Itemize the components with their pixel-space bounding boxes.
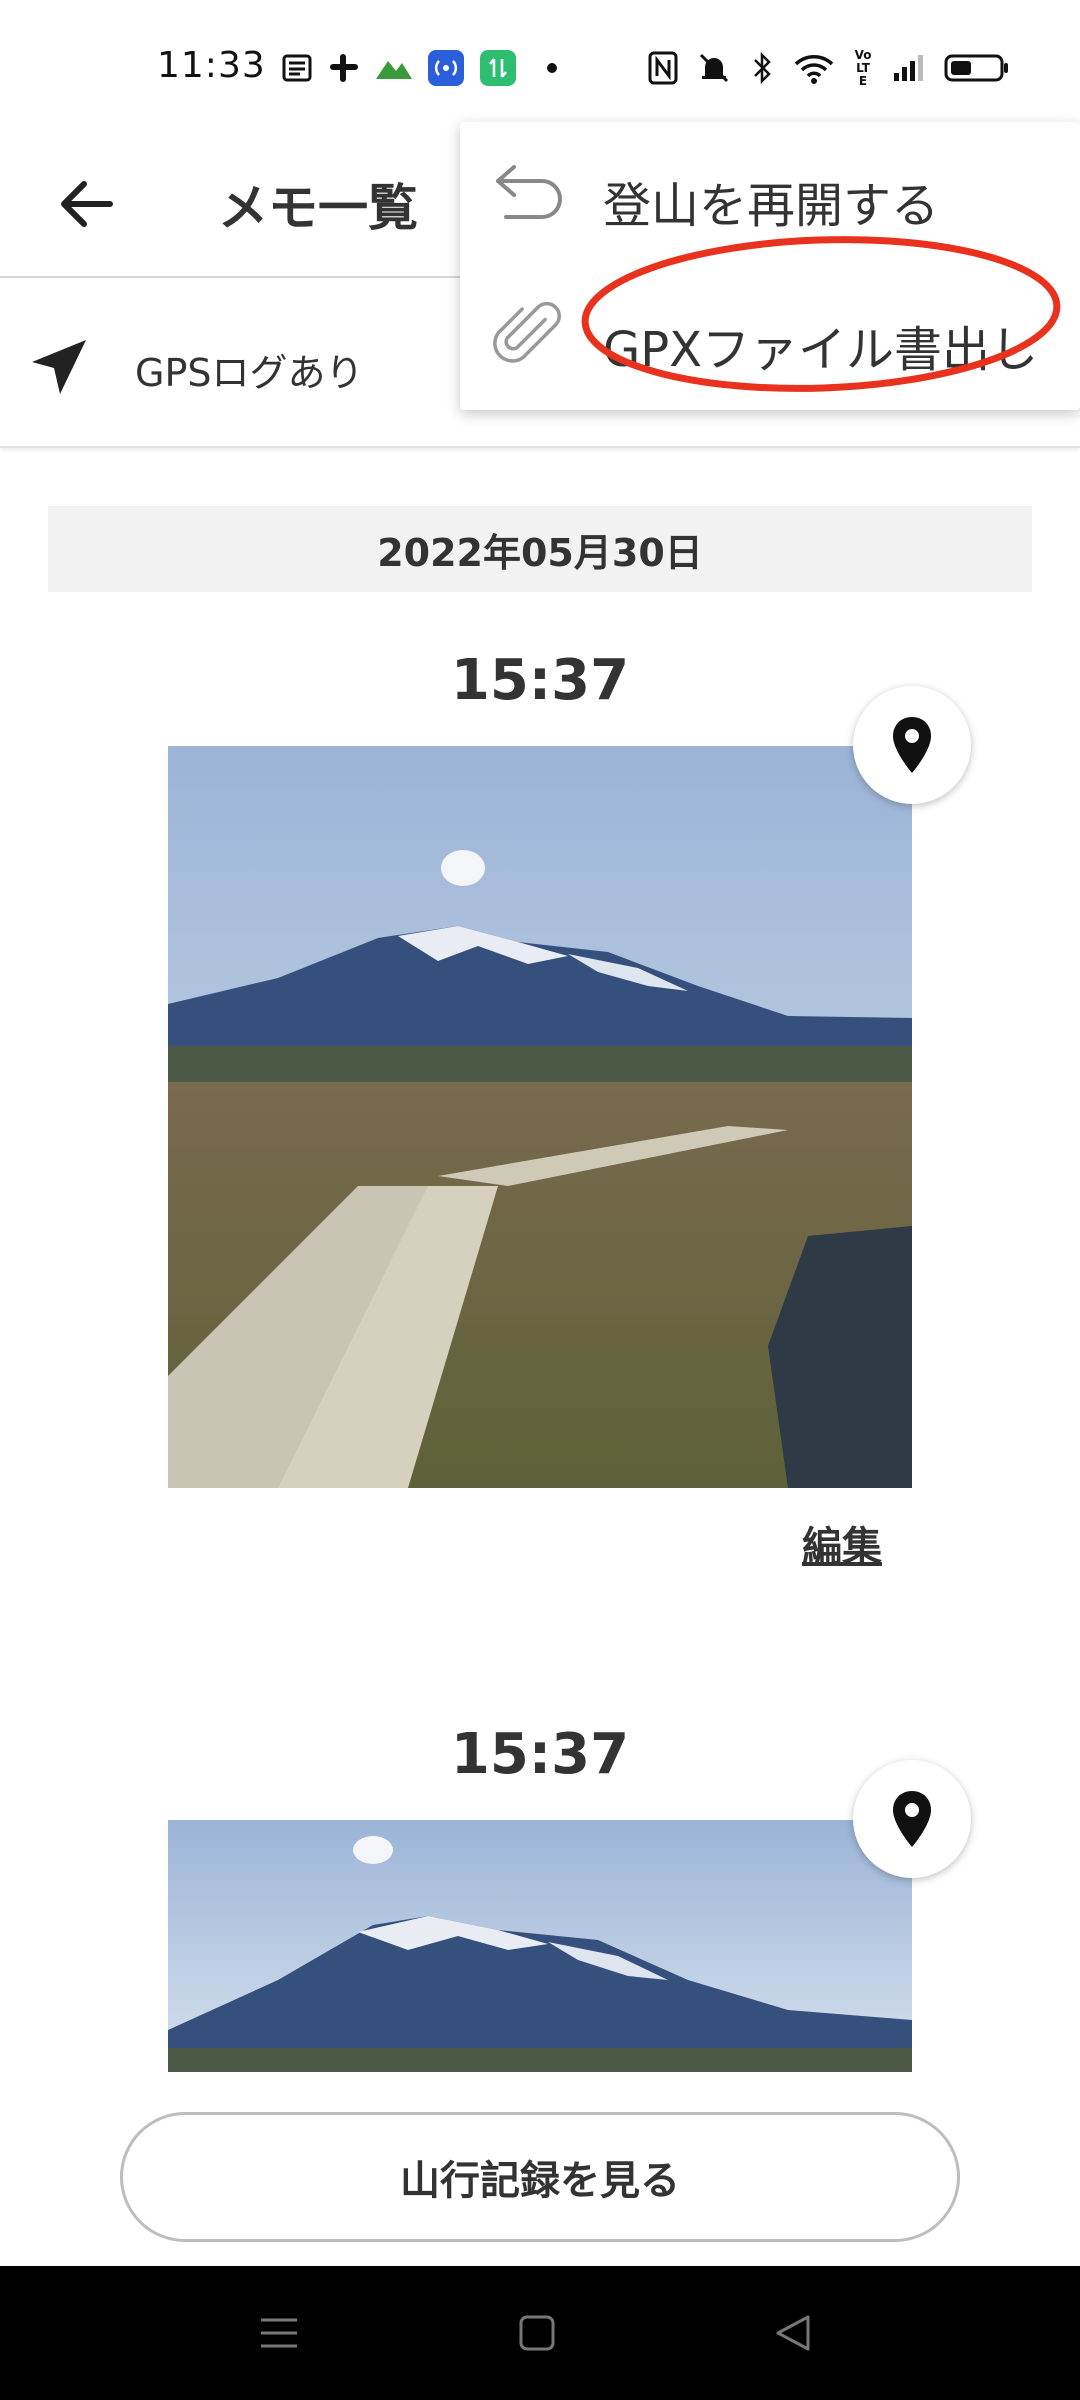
nfc-icon	[648, 48, 678, 88]
battery-icon	[944, 48, 1010, 88]
memo-photo[interactable]	[168, 746, 912, 1488]
memo-photo[interactable]	[168, 1820, 912, 2072]
menu-item-label: GPXファイル書出し	[603, 322, 1039, 378]
date-text: 2022年05月30日	[377, 530, 703, 575]
overflow-menu: 登山を再開する GPXファイル書出し	[460, 122, 1080, 410]
menu-icon[interactable]	[246, 2300, 312, 2366]
location-pin-button[interactable]	[853, 1760, 971, 1878]
view-climb-record-button[interactable]: 山行記録を見る	[120, 2112, 960, 2242]
signal-icon	[892, 48, 926, 88]
undo-icon	[490, 152, 570, 232]
location-pin-button[interactable]	[853, 686, 971, 804]
dot-icon	[546, 48, 558, 88]
slack-icon	[328, 48, 360, 88]
menu-item-resume-climb[interactable]: 登山を再開する	[460, 122, 1080, 262]
status-notification-icons	[282, 48, 558, 88]
status-system-icons: Vo LTE	[648, 48, 1010, 88]
date-header: 2022年05月30日	[48, 506, 1032, 592]
mountain-photo-image	[168, 1820, 912, 2072]
back-triangle-icon[interactable]	[760, 2300, 826, 2366]
silent-icon	[696, 48, 732, 88]
news-icon	[282, 48, 312, 88]
paperclip-icon	[490, 296, 570, 376]
status-bar: 11:33 Vo LTE	[0, 0, 1080, 130]
edit-link[interactable]: 編集	[802, 1514, 882, 1572]
data-transfer-icon	[480, 48, 516, 88]
back-button[interactable]	[50, 168, 122, 240]
mountain-photo-image	[168, 746, 912, 1488]
home-icon[interactable]	[504, 2300, 570, 2366]
mountain-app-icon	[376, 48, 412, 88]
arrow-left-icon	[61, 181, 113, 227]
system-nav-bar	[0, 2266, 1080, 2400]
bluetooth-icon	[750, 48, 776, 88]
navigation-arrow-icon	[32, 340, 86, 394]
view-climb-record-label: 山行記録を見る	[400, 2158, 680, 2204]
volte-text: Vo LTE	[854, 47, 872, 88]
map-pin-icon	[893, 717, 931, 773]
page-title: メモ一覧	[218, 179, 418, 237]
gps-log-label: GPSログあり	[135, 351, 364, 395]
menu-item-export-gpx[interactable]: GPXファイル書出し	[460, 266, 1080, 406]
map-pin-icon	[893, 1791, 931, 1847]
hotspot-icon	[428, 48, 464, 88]
volte-icon: Vo LTE	[852, 48, 874, 88]
status-time: 11:33	[157, 45, 266, 86]
menu-item-label: 登山を再開する	[603, 178, 940, 234]
wifi-icon	[794, 48, 834, 88]
